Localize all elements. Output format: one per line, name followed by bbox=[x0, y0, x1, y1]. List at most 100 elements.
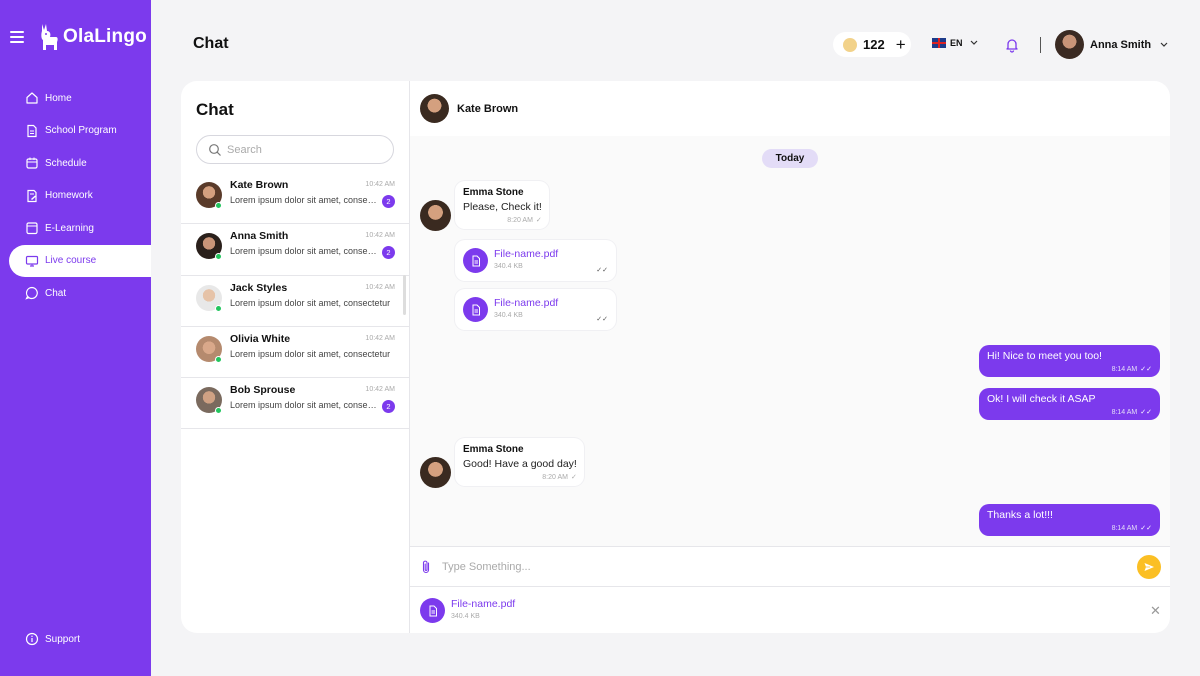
conversation-panel: Kate Brown Today Emma Stone Please, Chec… bbox=[409, 81, 1170, 633]
close-icon[interactable]: ✕ bbox=[1150, 603, 1161, 619]
logo-text: OlaLingo bbox=[63, 26, 147, 47]
sidebar-item-chat[interactable]: Chat bbox=[0, 277, 151, 310]
search-input[interactable] bbox=[227, 143, 377, 156]
info-icon bbox=[25, 632, 39, 646]
language-label: EN bbox=[950, 38, 963, 48]
coins-count: 122 bbox=[863, 37, 885, 52]
contact-name: Jack Styles bbox=[230, 281, 288, 294]
check-icon: ✓ bbox=[535, 217, 542, 224]
message-preview: Lorem ipsum dolor sit amet, consectetur bbox=[230, 297, 391, 308]
message-sender: Emma Stone bbox=[463, 187, 524, 198]
add-coins-button[interactable]: + bbox=[896, 35, 906, 55]
double-check-icon: ✓✓ bbox=[1140, 366, 1152, 373]
chat-list-title: Chat bbox=[196, 100, 234, 119]
file-icon bbox=[463, 297, 488, 322]
message-meta: 8:14 AM ✓✓ bbox=[987, 365, 1152, 373]
chat-list-scrollbar[interactable] bbox=[403, 275, 406, 315]
search-icon bbox=[209, 143, 221, 156]
outgoing-message: Hi! Nice to meet you too! 8:14 AM ✓✓ bbox=[979, 345, 1160, 377]
message-time: 8:14 AM bbox=[1111, 366, 1138, 373]
chat-item-jack-styles[interactable]: Jack Styles 10:42 AM Lorem ipsum dolor s… bbox=[181, 276, 409, 327]
outgoing-message: Ok! I will check it ASAP 8:14 AM ✓✓ bbox=[979, 388, 1160, 420]
paperclip-icon[interactable] bbox=[420, 559, 432, 580]
chevron-down-icon bbox=[970, 40, 977, 45]
message-sender: Emma Stone bbox=[463, 444, 524, 455]
page-title: Chat bbox=[193, 35, 229, 52]
coins-balance: 122 + bbox=[833, 32, 911, 57]
chat-item-anna-smith[interactable]: Anna Smith 10:42 AM Lorem ipsum dolor si… bbox=[181, 224, 409, 276]
message-input[interactable] bbox=[442, 558, 1122, 576]
monitor-icon bbox=[25, 254, 39, 268]
message-meta: 8:20 AM ✓ bbox=[463, 216, 542, 224]
sidebar-item-label: Homework bbox=[45, 190, 93, 202]
file-size: 340.4 KB bbox=[451, 613, 480, 620]
send-icon bbox=[1144, 563, 1154, 571]
double-check-icon: ✓✓ bbox=[596, 316, 608, 323]
sidebar-item-home[interactable]: Home bbox=[0, 82, 151, 115]
file-attachment[interactable]: File-name.pdf 340.4 KB ✓✓ bbox=[455, 240, 616, 281]
message-time: 8:20 AM bbox=[507, 217, 533, 224]
sidebar-item-school-program[interactable]: School Program bbox=[0, 115, 151, 148]
sidebar-item-e-learning[interactable]: E-Learning bbox=[0, 212, 151, 245]
user-name: Anna Smith bbox=[1090, 38, 1152, 51]
send-button[interactable] bbox=[1137, 555, 1161, 579]
sidebar-item-homework[interactable]: Homework bbox=[0, 180, 151, 213]
sidebar-nav: Home School Program Schedule Homework E-… bbox=[0, 82, 151, 310]
file-icon bbox=[463, 248, 488, 273]
header-divider bbox=[1040, 37, 1041, 53]
incoming-message: Emma Stone Please, Check it! 8:20 AM ✓ bbox=[455, 181, 549, 229]
message-time: 8:14 AM bbox=[1111, 525, 1138, 532]
sidebar-item-label: Schedule bbox=[45, 157, 87, 169]
sidebar-item-label: Support bbox=[45, 633, 81, 645]
online-status-dot bbox=[215, 355, 222, 363]
avatar[interactable] bbox=[420, 94, 449, 123]
file-size: 340.4 KB bbox=[494, 312, 523, 319]
message-text: Ok! I will check it ASAP bbox=[987, 393, 1096, 405]
message-text: Please, Check it! bbox=[463, 201, 542, 213]
chat-list: Kate Brown 10:42 AM Lorem ipsum dolor si… bbox=[181, 173, 409, 430]
message-meta: 8:20 AM ✓ bbox=[463, 473, 577, 481]
message-preview: Lorem ipsum dolor sit amet, consectetur bbox=[230, 246, 380, 257]
notifications-bell-icon[interactable] bbox=[1004, 37, 1020, 58]
chat-item-olivia-white[interactable]: Olivia White 10:42 AM Lorem ipsum dolor … bbox=[181, 327, 409, 379]
online-status-dot bbox=[215, 407, 222, 415]
message-preview: Lorem ipsum dolor sit amet, consectetur bbox=[230, 195, 380, 205]
menu-icon[interactable] bbox=[10, 31, 24, 43]
uk-flag-icon bbox=[932, 38, 946, 48]
chat-item-kate-brown[interactable]: Kate Brown 10:42 AM Lorem ipsum dolor si… bbox=[181, 173, 409, 225]
chat-item-bob-sprouse[interactable]: Bob Sprouse 10:42 AM Lorem ipsum dolor s… bbox=[181, 378, 409, 430]
user-profile-menu[interactable]: Anna Smith bbox=[1055, 30, 1171, 59]
sidebar-item-label: Chat bbox=[45, 287, 67, 299]
sidebar-item-live-course[interactable]: Live course bbox=[9, 244, 151, 277]
online-status-dot bbox=[215, 253, 222, 261]
file-attachment[interactable]: File-name.pdf 340.4 KB ✓✓ bbox=[455, 289, 616, 330]
sidebar-item-schedule[interactable]: Schedule bbox=[0, 147, 151, 180]
contact-name: Kate Brown bbox=[230, 179, 289, 191]
date-divider: Today bbox=[762, 149, 818, 168]
contact-name: Olivia White bbox=[230, 332, 291, 345]
message-meta: 8:14 AM ✓✓ bbox=[987, 524, 1152, 532]
avatar bbox=[1055, 30, 1084, 59]
message-preview: Lorem ipsum dolor sit amet, consectetur bbox=[230, 348, 391, 359]
file-name: File-name.pdf bbox=[494, 297, 559, 309]
chat-icon bbox=[25, 286, 39, 300]
message-time: 10:42 AM bbox=[365, 283, 395, 291]
incoming-message: Emma Stone Good! Have a good day! 8:20 A… bbox=[455, 438, 584, 486]
language-selector[interactable]: EN bbox=[932, 38, 981, 48]
message-time: 10:42 AM bbox=[365, 232, 395, 240]
message-text: Hi! Nice to meet you too! bbox=[987, 350, 1102, 362]
double-check-icon: ✓✓ bbox=[596, 267, 608, 274]
outgoing-message: Thanks a lot!!! 8:14 AM ✓✓ bbox=[979, 504, 1160, 536]
double-check-icon: ✓✓ bbox=[1140, 409, 1152, 416]
conversation-contact-name[interactable]: Kate Brown bbox=[457, 103, 518, 115]
sidebar-item-support[interactable]: Support bbox=[25, 632, 80, 646]
contact-name: Bob Sprouse bbox=[230, 384, 296, 397]
sidebar-item-label: Live course bbox=[45, 255, 97, 267]
message-time: 10:42 AM bbox=[365, 181, 395, 188]
search-box bbox=[196, 135, 394, 164]
logo[interactable]: OlaLingo bbox=[37, 22, 147, 52]
coin-icon bbox=[843, 37, 857, 52]
message-meta: 8:14 AM ✓✓ bbox=[987, 408, 1152, 416]
file-icon bbox=[420, 598, 445, 623]
chevron-down-icon bbox=[1160, 42, 1168, 47]
